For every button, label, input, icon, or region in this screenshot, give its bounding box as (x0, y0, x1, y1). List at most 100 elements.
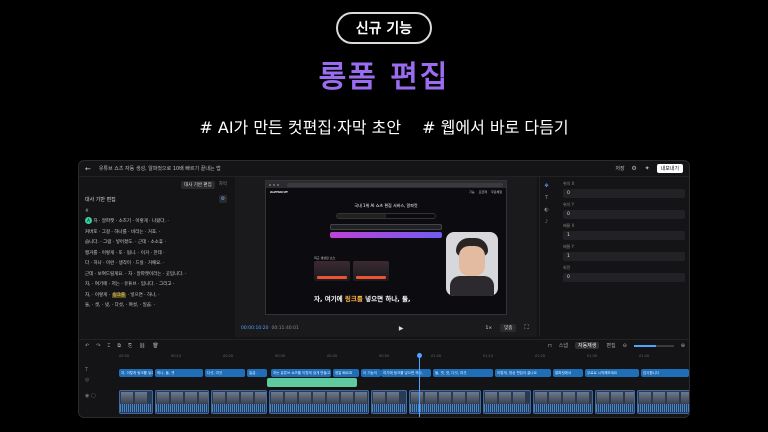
video-clip[interactable] (371, 390, 407, 414)
script-word[interactable]: 여섯, (129, 303, 139, 308)
script-word[interactable]: 보여드릴게요. (98, 272, 124, 277)
effect-track-icon[interactable]: ◎ (85, 377, 115, 387)
script-word[interactable]: 링크를 (111, 292, 127, 298)
caption-clip[interactable]: 감사합니다 (641, 369, 689, 377)
property-input[interactable]: 0 (563, 210, 685, 219)
script-line[interactable]: 둘, · 셋, · 넷, · 다섯, · 여섯, · 일곱. · (85, 301, 227, 312)
video-clip[interactable] (119, 390, 153, 414)
mode-edit[interactable]: 편집 (606, 342, 615, 349)
script-word[interactable]: 소즈기 (119, 219, 131, 224)
export-button[interactable]: 내보내기 (656, 164, 683, 173)
video-clip[interactable] (637, 390, 689, 414)
script-word[interactable]: 그리고 (159, 282, 171, 287)
script-text[interactable]: A 자 · 알파캣 · 소즈기 · 이렇게 · 나왔다. · 커버포 · 그걸 … (85, 217, 227, 312)
script-word[interactable]: 셋, (95, 303, 101, 308)
script-word[interactable]: 넣으면 (130, 293, 142, 298)
script-word[interactable]: 비리는 (131, 230, 143, 235)
caption-clip[interactable]: 자, 이렇게 링크를 넣으면 (119, 369, 153, 377)
preview-screen[interactable]: ALPHACUT 기능 요금제 무료체험 국내 1위 AI 쇼츠 편집 서비스,… (265, 180, 507, 315)
caption-clip[interactable]: 하나, 둘, 셋 (155, 369, 203, 377)
tab-script-edit[interactable]: 대사 기반 편집 (181, 181, 215, 189)
script-word[interactable]: 다섯, (115, 303, 125, 308)
script-word[interactable]: 자, (85, 282, 91, 287)
link-icon[interactable]: ⛓ (139, 343, 145, 349)
snap-toggle[interactable]: 스냅 (559, 342, 568, 349)
script-line[interactable]: A 자 · 알파캣 · 소즈기 · 이렇게 · 나왔다. · (85, 217, 227, 228)
script-word[interactable]: 유튜브 (124, 282, 136, 287)
script-settings-icon[interactable]: ⚙ (219, 195, 227, 203)
video-clip[interactable] (155, 390, 209, 414)
split-icon[interactable]: ⌶ (107, 343, 110, 349)
save-button[interactable]: 저장 (615, 165, 624, 172)
script-word[interactable]: 자 (128, 272, 132, 277)
script-word[interactable]: 이렇게 (135, 219, 147, 224)
script-word[interactable]: 알파캣이라는 (137, 272, 162, 277)
timeline-ruler[interactable]: 00:00 00:10 00:20 00:30 00:40 00:50 01:00 01:10… (119, 353, 689, 361)
fit-dropdown[interactable]: 맞춤 (500, 324, 517, 332)
video-clip[interactable] (211, 390, 267, 414)
property-input[interactable]: 0 (563, 189, 685, 198)
script-word[interactable]: 이렇게 (95, 293, 107, 298)
script-word[interactable]: 이런 (106, 261, 114, 266)
script-word[interactable]: 넣어졌도. (116, 240, 134, 245)
script-word[interactable]: 커버포 (85, 230, 97, 235)
script-line[interactable]: 다 · 하나 · 이런 · 생각이 · 드실 · 거예요. · (85, 259, 227, 270)
settings-gear-icon[interactable]: ⚙ (631, 165, 638, 172)
transform-icon[interactable]: ✥ (544, 183, 550, 189)
script-word[interactable]: 습니다. (85, 240, 99, 245)
playhead[interactable] (417, 353, 422, 417)
property-input[interactable]: 1 (563, 252, 685, 261)
video-clip[interactable] (483, 390, 531, 414)
script-word[interactable]: 또 (118, 251, 122, 256)
script-word[interactable]: 하나를 (114, 230, 126, 235)
script-word[interactable]: 드실 (135, 261, 143, 266)
property-input[interactable]: 1 (563, 231, 685, 240)
copy-icon[interactable]: ⎘ (128, 343, 132, 349)
crop-icon[interactable]: ⧉ (117, 343, 121, 349)
caption-clip[interactable]: 무료로 시작해보세요 (585, 369, 639, 377)
caption-clip[interactable]: 다섯, 여섯 (205, 369, 245, 377)
mode-autoplay[interactable]: 자동재생 (574, 342, 600, 349)
video-track-icon[interactable]: ◉ ▢ (85, 393, 115, 403)
zoom-slider[interactable] (633, 344, 674, 347)
script-word[interactable]: 나왔다. (152, 219, 166, 224)
script-word[interactable]: 근데 (85, 272, 93, 277)
script-word[interactable]: 곳입니다. (166, 272, 184, 277)
script-word[interactable]: 근데 (138, 240, 146, 245)
script-line[interactable]: 커버포 · 그걸 · 하나를 · 비리는 · 거죠. · (85, 228, 227, 239)
script-word[interactable]: 됩니. (127, 251, 137, 256)
caption-track-icon[interactable]: T (85, 367, 115, 377)
speaker-badge[interactable]: A (85, 217, 92, 224)
script-word[interactable]: 쩡거를 (85, 251, 97, 256)
script-word[interactable]: 하나, (147, 293, 157, 298)
caption-clip[interactable]: 이 기능이 (361, 369, 381, 377)
script-word[interactable]: 생각이 (119, 261, 131, 266)
delete-icon[interactable]: 🗑 (152, 343, 158, 349)
script-word[interactable]: 자, (85, 293, 91, 298)
back-arrow-icon[interactable]: ← (85, 165, 91, 173)
script-line[interactable]: 자, · 이렇게 · 링크를 · 넣으면 · 하나, · (85, 291, 227, 302)
script-word[interactable]: 하나 (93, 261, 101, 266)
script-word[interactable]: 그걸 (102, 230, 110, 235)
effect-clip[interactable] (267, 378, 357, 387)
text-icon[interactable]: T (544, 195, 550, 201)
magnet-icon[interactable]: ⊓ (548, 343, 552, 349)
script-line[interactable]: 근데 · 보여드릴게요. · 자 · 알파캣이라는 · 곳입니다. · (85, 270, 227, 281)
script-word[interactable]: 거예요. (148, 261, 162, 266)
caption-clip[interactable]: 여기에 링크를 넣으면 하나, (381, 369, 431, 377)
caption-clip[interactable]: 저는 유튜브 쇼츠를 이렇게 쉽게 만들고 있어요 (271, 369, 331, 377)
script-word[interactable]: 다 (85, 261, 89, 266)
script-line[interactable]: 자, · 여기에 · 저는 · 유튜브 · 입니다. · 그리고 · (85, 280, 227, 291)
script-word[interactable]: 자 (93, 219, 97, 224)
script-word[interactable]: 그럼 (103, 240, 111, 245)
magic-wand-icon[interactable]: ✦ (644, 165, 651, 172)
video-clip[interactable] (595, 390, 635, 414)
caption-clip[interactable]: 일곱. (247, 369, 267, 377)
script-line[interactable]: 습니다. · 그럼 · 넣어졌도. · 근데 · 소소휴 · (85, 238, 227, 249)
script-word[interactable]: 저는 (112, 282, 120, 287)
script-word[interactable]: 입니다. (141, 282, 155, 287)
redo-icon[interactable]: ↷ (96, 343, 100, 349)
script-word[interactable]: 이거 (141, 251, 149, 256)
script-word[interactable]: 소소휴 (151, 240, 163, 245)
caption-clip[interactable]: 이렇게, 영상 편집이 끝나요 (495, 369, 551, 377)
